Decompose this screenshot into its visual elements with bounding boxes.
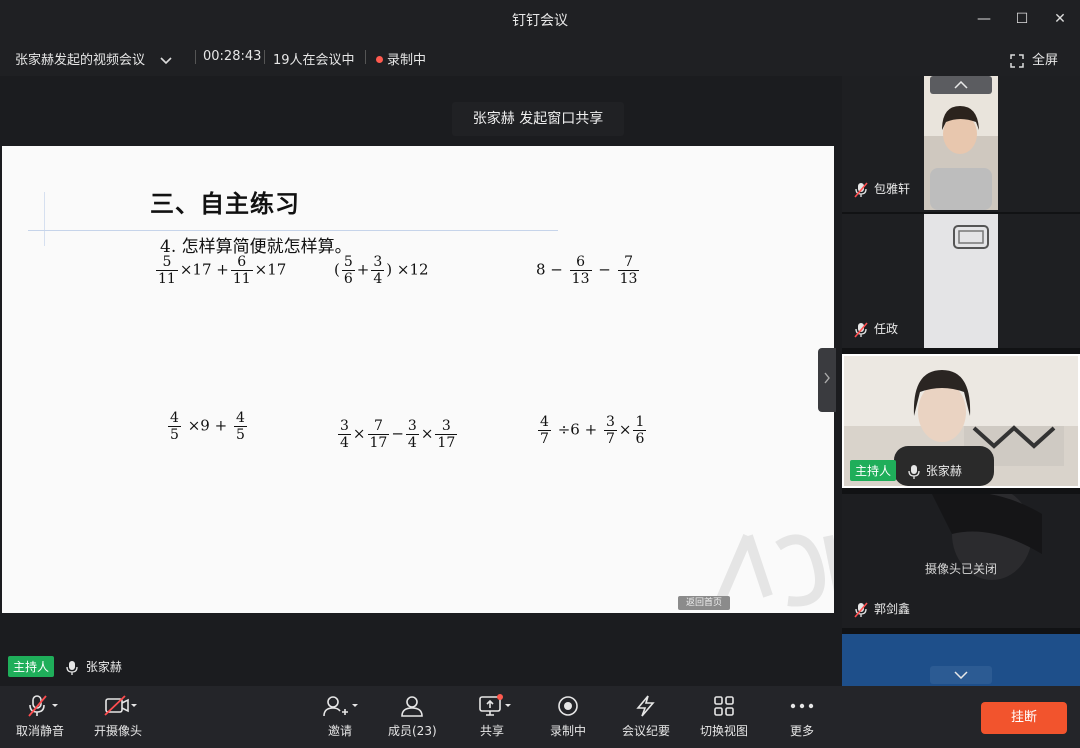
participant-tile[interactable]	[842, 634, 1080, 686]
share-button[interactable]: 共享	[472, 694, 512, 739]
participant-name: 郭剑鑫	[874, 602, 911, 616]
participant-video	[924, 76, 998, 210]
participant-label: 主持人 张家赫	[850, 460, 962, 481]
back-home-button[interactable]: 返回首页	[678, 596, 730, 610]
mic-muted-icon	[854, 181, 868, 198]
maximize-button[interactable]: ☐	[1012, 9, 1032, 29]
minutes-label: 会议纪要	[622, 724, 671, 738]
participants-panel: 包雅轩 任政 主持人 张家赫 摄像头已关闭 郭剑鑫	[842, 76, 1080, 686]
divider	[195, 50, 196, 64]
divider	[365, 50, 366, 64]
participant-tile-active[interactable]: 主持人 张家赫	[842, 354, 1080, 488]
share-label: 共享	[479, 724, 504, 738]
participant-label: 包雅轩	[854, 180, 910, 198]
members-button[interactable]: 成员(23)	[388, 694, 437, 739]
minutes-button[interactable]: 会议纪要	[622, 694, 670, 739]
more-icon	[790, 703, 814, 709]
unmute-label: 取消静音	[16, 724, 65, 738]
lightning-icon	[636, 695, 655, 717]
more-label: 更多	[789, 724, 814, 738]
camera-button[interactable]: 开摄像头	[94, 694, 142, 739]
scroll-up-button[interactable]	[930, 76, 992, 94]
meeting-name-text: 张家赫发起的视频会议	[15, 53, 146, 68]
title-bar: 钉钉会议 — ☐ ✕	[0, 0, 1080, 38]
unmute-button[interactable]: 取消静音	[16, 694, 64, 739]
shared-screen-stage: 张家赫 发起窗口共享 三、自主练习 4. 怎样算简便就怎样算。 5 11 ×17 +…	[0, 76, 836, 686]
mic-muted-icon	[854, 321, 868, 338]
shared-slide: 三、自主练习 4. 怎样算简便就怎样算。 5 11 ×17 +6 11 ×17 (5 6 +…	[2, 146, 834, 613]
fullscreen-icon	[1010, 53, 1024, 68]
chevron-right-icon	[824, 372, 830, 384]
panel-collapse-handle[interactable]	[818, 348, 836, 412]
participant-tile[interactable]: 摄像头已关闭 郭剑鑫	[842, 494, 1080, 628]
microphone-icon	[66, 660, 78, 675]
participant-tile[interactable]: 包雅轩	[842, 76, 1080, 212]
host-badge: 主持人	[850, 460, 897, 481]
participant-name: 张家赫	[925, 464, 962, 478]
participant-name: 任政	[874, 322, 899, 336]
math-expression: 8 − 6 13 − 7 13	[536, 254, 640, 287]
participant-count: 19人在会议中	[273, 53, 355, 68]
participant-video	[924, 214, 998, 348]
members-label: 成员(23)	[388, 724, 437, 738]
more-button[interactable]: 更多	[788, 694, 816, 739]
participant-label: 任政	[854, 320, 898, 338]
chevron-down-icon	[160, 56, 172, 64]
slide-heading: 三、自主练习	[150, 189, 300, 218]
mic-muted-icon	[854, 601, 868, 618]
math-expression: (5 6 +3 4) ×12	[334, 254, 429, 287]
hang-up-button[interactable]: 挂断	[981, 702, 1067, 734]
invite-button[interactable]: 邀请	[320, 694, 360, 739]
stage-speaker-name: 张家赫	[85, 660, 122, 674]
mic-muted-icon	[28, 695, 58, 717]
meeting-toolbar: 取消静音 开摄像头 邀请 成员(23) 共享 录制中 会议纪要 切换视图 更多 …	[0, 686, 1080, 748]
meeting-duration: 00:28:43	[203, 49, 262, 64]
meeting-info-bar: 张家赫发起的视频会议 00:28:43 19人在会议中 录制中 全屏	[0, 38, 1080, 76]
record-icon	[558, 696, 578, 716]
switch-view-label: 切换视图	[700, 724, 749, 738]
record-dot-icon	[376, 56, 383, 63]
chevron-down-icon	[954, 671, 968, 680]
screen-share-icon	[479, 694, 511, 716]
host-badge: 主持人	[8, 656, 55, 677]
scroll-down-button[interactable]	[930, 666, 992, 684]
math-expression: 3 4 × 7 17−3 4 × 3 17	[338, 418, 458, 451]
recording-status: 录制中	[376, 49, 426, 68]
slide-decoration	[44, 192, 45, 246]
divider	[264, 50, 265, 64]
window-title: 钉钉会议	[512, 13, 568, 29]
stage-speaker-label: 主持人 张家赫	[8, 656, 122, 677]
participant-label: 郭剑鑫	[854, 600, 910, 618]
share-banner: 张家赫 发起窗口共享	[452, 102, 624, 136]
meeting-name[interactable]: 张家赫发起的视频会议	[15, 49, 173, 68]
add-user-icon	[323, 696, 358, 717]
grid-view-icon	[714, 696, 734, 716]
switch-view-button[interactable]: 切换视图	[700, 694, 748, 739]
recording-button[interactable]: 录制中	[548, 694, 588, 739]
fullscreen-label: 全屏	[1032, 53, 1059, 68]
camera-off-status: 摄像头已关闭	[924, 562, 997, 576]
slide-rule	[28, 230, 558, 231]
participant-tile[interactable]: 任政	[842, 214, 1080, 348]
participant-name: 包雅轩	[874, 182, 911, 196]
microphone-icon	[908, 464, 920, 479]
invite-label: 邀请	[327, 724, 352, 738]
math-expression: 5 11 ×17 +6 11 ×17	[156, 254, 287, 287]
recording-toolbar-label: 录制中	[549, 724, 586, 738]
members-icon	[401, 696, 424, 717]
math-expression: 45 ×9 + 45	[168, 410, 247, 443]
math-expression: 47 ÷6 + 3 7 × 1 6	[538, 414, 647, 447]
recording-label: 录制中	[387, 53, 427, 68]
close-button[interactable]: ✕	[1050, 9, 1070, 29]
fullscreen-button[interactable]: 全屏	[1010, 49, 1058, 68]
chevron-up-icon	[954, 80, 968, 89]
camera-off-icon	[104, 695, 137, 716]
minimize-button[interactable]: —	[974, 9, 994, 29]
camera-label: 开摄像头	[94, 724, 143, 738]
